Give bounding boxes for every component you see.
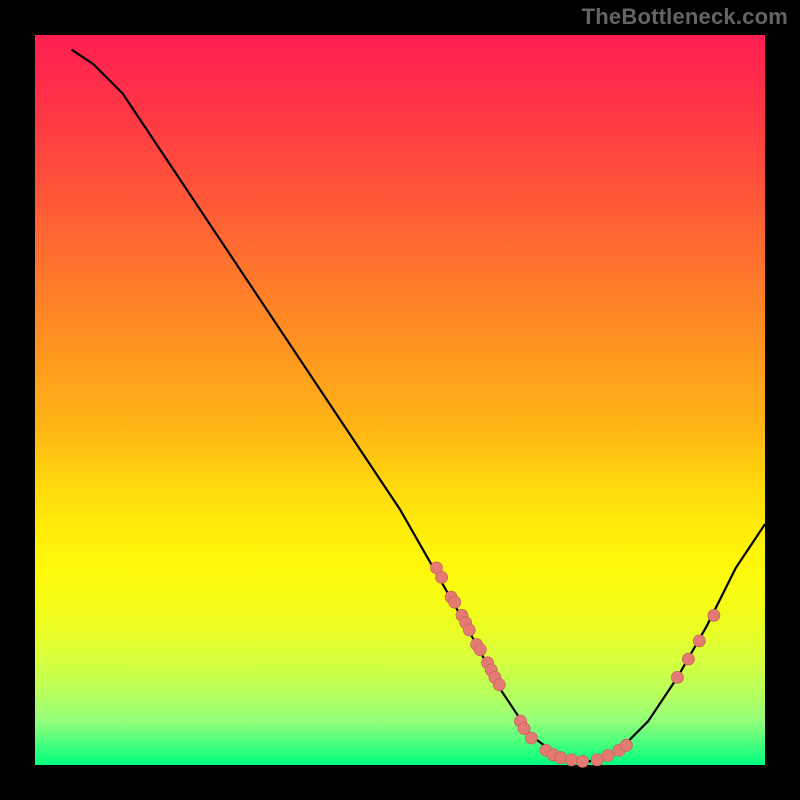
data-point bbox=[449, 596, 461, 608]
chart-frame: TheBottleneck.com bbox=[0, 0, 800, 800]
data-markers bbox=[431, 562, 720, 768]
data-point bbox=[474, 644, 486, 656]
data-point bbox=[493, 679, 505, 691]
data-point bbox=[693, 635, 705, 647]
data-point bbox=[577, 755, 589, 767]
data-point bbox=[671, 671, 683, 683]
data-point bbox=[620, 739, 632, 751]
data-point bbox=[591, 754, 603, 766]
curve-layer bbox=[35, 35, 765, 765]
bottleneck-curve bbox=[72, 50, 766, 762]
data-point bbox=[566, 754, 578, 766]
data-point bbox=[682, 653, 694, 665]
plot-area bbox=[35, 35, 765, 765]
data-point bbox=[436, 571, 448, 583]
data-point bbox=[555, 752, 567, 764]
watermark-text: TheBottleneck.com bbox=[582, 4, 788, 30]
data-point bbox=[525, 732, 537, 744]
data-point bbox=[463, 624, 475, 636]
data-point bbox=[708, 609, 720, 621]
data-point bbox=[602, 750, 614, 762]
